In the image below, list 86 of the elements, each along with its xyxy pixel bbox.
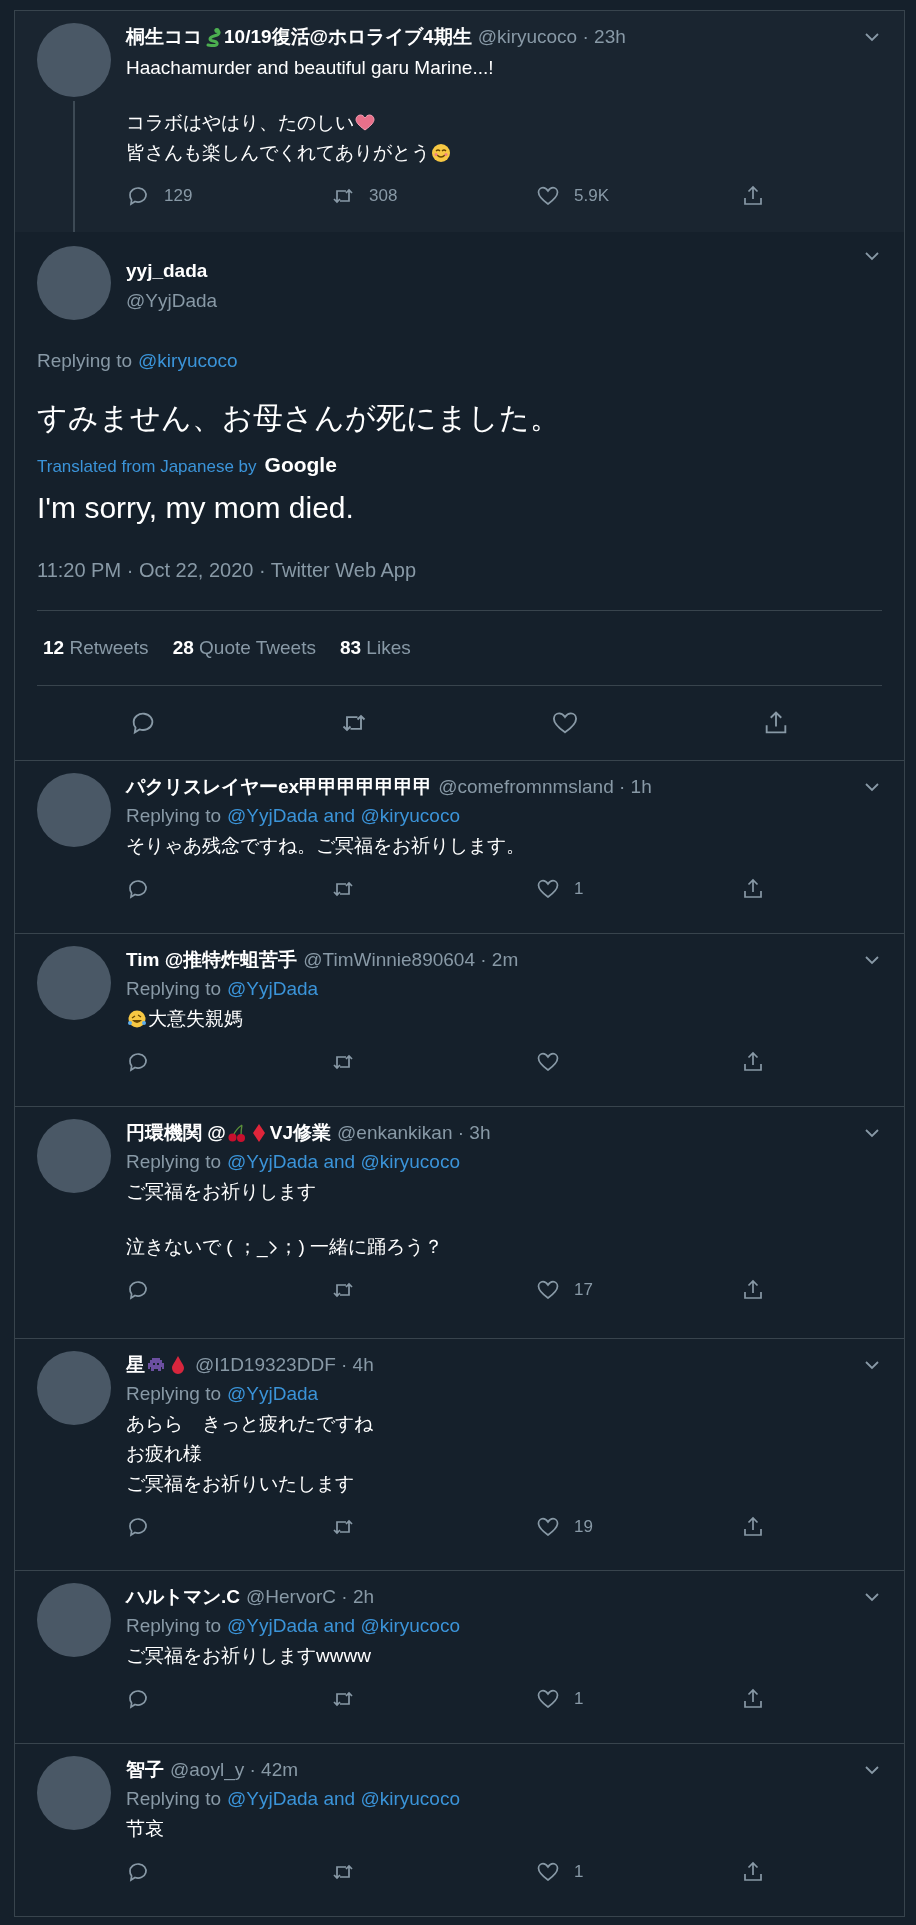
- user-name[interactable]: yyj_dada: [126, 256, 218, 286]
- translated-label-link[interactable]: Translated from Japanese by: [37, 457, 257, 477]
- heart-emoji-icon: [355, 113, 375, 133]
- user-name[interactable]: 10/19復活@ホロライブ4期生: [224, 24, 472, 50]
- like-icon[interactable]: [536, 184, 560, 208]
- like-count: 1: [574, 1689, 584, 1709]
- like-icon[interactable]: [536, 1860, 560, 1884]
- reply-icon[interactable]: [126, 1050, 150, 1074]
- handle-and-time: @comefromnmsland · 1h: [438, 776, 652, 798]
- engagement-stat-link[interactable]: 12 Retweets: [43, 637, 149, 659]
- reply-count: 129: [164, 186, 193, 206]
- like-count: 1: [574, 879, 584, 899]
- tweet-text: すみません、お母さんが死にました。: [37, 400, 561, 436]
- handle-and-time: @TimWinnie890604 · 2m: [303, 949, 519, 971]
- tweet-text: 泣きないで ( ；_: [126, 1235, 268, 1260]
- replying-label: Replying to: [126, 1151, 222, 1172]
- replying-label: Replying to: [126, 1615, 222, 1636]
- user-name[interactable]: 智子: [126, 1757, 164, 1783]
- like-icon[interactable]: [536, 877, 560, 901]
- engagement-stat-link[interactable]: 83 Likes: [339, 637, 411, 659]
- user-name[interactable]: ハルトマン.C: [126, 1584, 240, 1610]
- mention-link[interactable]: @kiryucoco: [138, 350, 238, 371]
- like-icon[interactable]: [536, 1687, 560, 1711]
- retweet-count: 308: [369, 186, 398, 206]
- mention-link[interactable]: @YyjDada and @kiryucoco: [227, 1788, 460, 1809]
- reply-icon[interactable]: [126, 184, 150, 208]
- mention-link[interactable]: @YyjDada and @kiryucoco: [227, 1151, 460, 1172]
- tweet-text: そりゃあ残念ですね。ご冥福をお祈りします。: [126, 834, 525, 858]
- like-icon[interactable]: [536, 1050, 560, 1074]
- mention-link[interactable]: @YyjDada: [227, 978, 319, 999]
- reply-icon[interactable]: [126, 1860, 150, 1884]
- like-icon[interactable]: [536, 1515, 560, 1539]
- replying-label: Replying to: [126, 805, 222, 826]
- tweet-text: コラボはやはり、たのしい: [126, 111, 354, 135]
- tweet-text: お疲れ様: [126, 1442, 202, 1466]
- tweet-text: ご冥福をお祈りします: [126, 1180, 316, 1204]
- tweet-text: ご冥福をお祈りいたします: [126, 1472, 354, 1496]
- tweet-text: あらら きっと疲れたですね: [126, 1412, 373, 1436]
- tweet-text: 皆さんも楽しんでくれてありがとう: [126, 141, 430, 165]
- share-icon[interactable]: [741, 1860, 765, 1884]
- user-name[interactable]: VJ修業: [269, 1120, 332, 1146]
- replying-label: Replying to: [37, 350, 133, 371]
- mention-link[interactable]: @YyjDada: [227, 1383, 319, 1404]
- translator-logo: Google: [264, 453, 337, 477]
- like-count: 17: [574, 1280, 593, 1300]
- share-icon[interactable]: [741, 877, 765, 901]
- like-count: 1: [574, 1862, 584, 1882]
- replying-label: Replying to: [126, 1788, 222, 1809]
- share-icon[interactable]: [741, 184, 765, 208]
- share-icon[interactable]: [741, 1278, 765, 1302]
- reply-icon[interactable]: [126, 1515, 150, 1539]
- laughing-face-icon: [127, 1009, 147, 1029]
- share-icon[interactable]: [741, 1515, 765, 1539]
- handle-and-time: @HervorC · 2h: [246, 1586, 375, 1608]
- user-name[interactable]: パクリスレイヤーex甲甲甲甲甲甲甲: [126, 774, 433, 800]
- reply-icon[interactable]: [126, 1687, 150, 1711]
- tweet-text: Haachamurder and beautiful garu Marine...!: [126, 56, 494, 80]
- replying-label: Replying to: [126, 978, 222, 999]
- user-handle[interactable]: @YyjDada: [126, 286, 218, 316]
- like-count: 5.9K: [574, 186, 609, 206]
- tweet-text: 节哀: [126, 1817, 164, 1841]
- like-count: 19: [574, 1517, 593, 1537]
- like-icon[interactable]: [536, 1278, 560, 1302]
- replying-label: Replying to: [126, 1383, 222, 1404]
- mention-link[interactable]: @YyjDada and @kiryucoco: [227, 1615, 460, 1636]
- handle-and-time: @aoyl_y · 42m: [170, 1759, 299, 1781]
- reply-icon[interactable]: [126, 877, 150, 901]
- cherries-icon: [226, 1123, 247, 1143]
- timestamp-and-source: 11:20 PM · Oct 22, 2020 · Twitter Web App: [37, 559, 882, 611]
- user-name[interactable]: 円環機関 @: [126, 1120, 226, 1146]
- share-icon[interactable]: [741, 1687, 765, 1711]
- smiling-face-icon: [431, 143, 451, 163]
- tweet-text: ご冥福をお祈りしますwwww: [126, 1644, 371, 1668]
- user-name[interactable]: 桐生ココ: [126, 24, 202, 50]
- tweet-text: ；) 一緒に踊ろう？: [279, 1235, 444, 1259]
- handle-and-time: @I1D19323DDF · 4h: [195, 1354, 374, 1376]
- user-name[interactable]: 星: [126, 1352, 145, 1378]
- translation-text: I'm sorry, my mom died.: [37, 491, 355, 525]
- engagement-stat-link[interactable]: 28 Quote Tweets: [172, 637, 316, 659]
- tweet-text: 大意失親媽: [148, 1007, 243, 1031]
- handle-and-time: @kiryucoco · 23h: [477, 26, 626, 48]
- user-name[interactable]: Tim @推特炸蛆苦手: [126, 947, 298, 973]
- mention-link[interactable]: @YyjDada and @kiryucoco: [227, 805, 460, 826]
- reply-icon[interactable]: [126, 1278, 150, 1302]
- handle-and-time: @enkankikan · 3h: [337, 1122, 491, 1144]
- share-icon[interactable]: [741, 1050, 765, 1074]
